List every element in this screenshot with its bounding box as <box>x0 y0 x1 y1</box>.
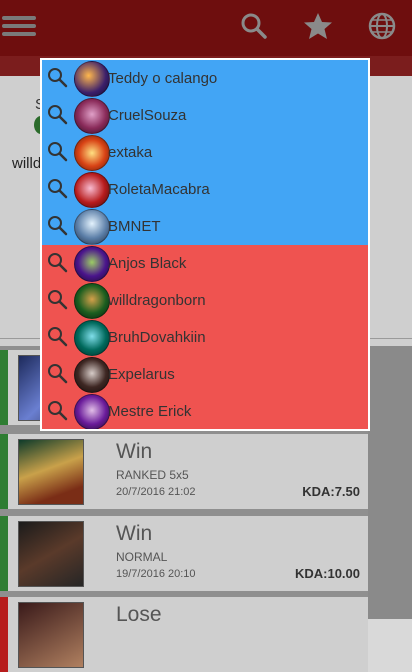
match-result: Lose <box>116 603 162 626</box>
summoner-name: willd <box>12 155 42 172</box>
champion-portrait <box>18 439 84 505</box>
summoner-avatar <box>74 320 110 356</box>
search-icon <box>48 142 68 162</box>
match-card[interactable]: Lose <box>0 597 368 672</box>
search-icon <box>48 253 68 273</box>
suggestion-recent[interactable]: BruhDovahkiin <box>42 319 368 356</box>
match-card[interactable]: Win RANKED 5x5 20/7/2016 21:02 KDA:7.50 <box>0 434 368 509</box>
suggestion-favorite[interactable]: extaka <box>42 134 368 171</box>
summoner-avatar <box>74 172 110 208</box>
search-icon <box>48 179 68 199</box>
star-icon[interactable] <box>302 10 334 42</box>
search-icon <box>48 216 68 236</box>
summoner-avatar <box>74 246 110 282</box>
side-strip <box>368 346 412 619</box>
suggestion-recent[interactable]: Mestre Erick <box>42 393 368 429</box>
suggestion-recent[interactable]: willdragonborn <box>42 282 368 319</box>
suggestion-name: Mestre Erick <box>108 403 192 420</box>
search-icon <box>48 68 68 88</box>
champion-portrait <box>18 602 84 668</box>
match-date: 19/7/2016 20:10 <box>116 568 196 580</box>
search-icon <box>48 364 68 384</box>
suggestion-name: Expelarus <box>108 366 175 383</box>
summoner-avatar <box>74 61 110 97</box>
match-date: 20/7/2016 21:02 <box>116 486 196 498</box>
suggestion-name: extaka <box>108 144 153 161</box>
suggestion-favorite[interactable]: CruelSouza <box>42 97 368 134</box>
champion-portrait <box>18 521 84 587</box>
summoner-avatar <box>74 357 110 393</box>
kda-value: KDA:10.00 <box>294 566 360 581</box>
search-icon <box>48 105 68 125</box>
match-card[interactable]: Win NORMAL 19/7/2016 20:10 KDA:10.00 <box>0 516 368 591</box>
suggestion-name: RoletaMacabra <box>108 181 210 198</box>
kda-value: KDA:7.50 <box>302 484 360 499</box>
suggestion-favorite[interactable]: RoletaMacabra <box>42 171 368 208</box>
suggestion-recent[interactable]: Anjos Black <box>42 245 368 282</box>
match-result: Win <box>116 440 153 463</box>
search-icon <box>48 290 68 310</box>
suggestion-name: Teddy o calango <box>108 70 218 87</box>
summoner-avatar <box>74 209 110 245</box>
globe-icon[interactable] <box>366 10 398 42</box>
search-icon <box>48 401 68 421</box>
suggestion-recent[interactable]: Expelarus <box>42 356 368 393</box>
queue-type: NORMAL <box>116 550 168 564</box>
hamburger-icon[interactable] <box>2 12 40 40</box>
suggestion-favorite[interactable]: Teddy o calango <box>42 60 368 97</box>
suggestion-name: BMNET <box>108 218 161 235</box>
suggestion-name: CruelSouza <box>108 107 187 124</box>
summoner-avatar <box>74 98 110 134</box>
search-icon <box>48 327 68 347</box>
suggestion-favorite[interactable]: BMNET <box>42 208 368 245</box>
summoner-avatar <box>74 283 110 319</box>
match-result: Win <box>116 522 153 545</box>
summoner-avatar <box>74 135 110 171</box>
summoner-avatar <box>74 394 110 429</box>
suggestion-name: willdragonborn <box>108 292 206 309</box>
suggestion-name: BruhDovahkiin <box>108 329 206 346</box>
app-bar <box>0 0 412 56</box>
search-suggestions-dropdown: Teddy o calango CruelSouza extaka Roleta… <box>40 58 370 431</box>
search-icon[interactable] <box>238 10 270 42</box>
queue-type: RANKED 5x5 <box>116 468 189 482</box>
suggestion-name: Anjos Black <box>108 255 187 272</box>
